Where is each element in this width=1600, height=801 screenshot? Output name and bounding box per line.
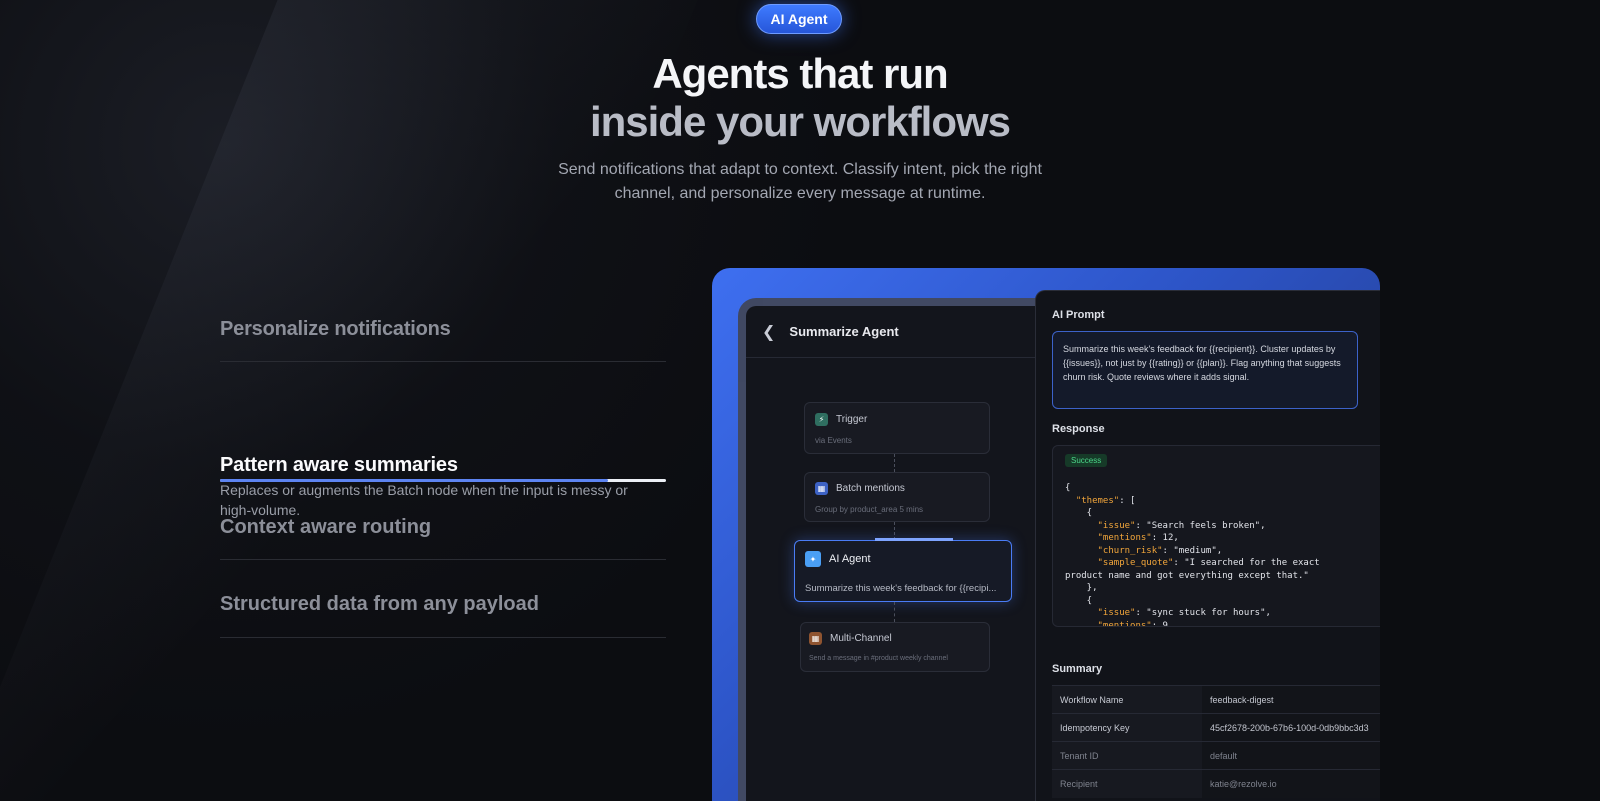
prompt-label: AI Prompt <box>1052 309 1105 321</box>
hero-title-line-2: inside your workflows <box>589 98 1011 145</box>
feature-list: Personalize notifications Pattern aware … <box>220 306 666 518</box>
response-box[interactable]: Success { "themes": [ { "issue": "Search… <box>1052 445 1380 627</box>
node-connector <box>894 602 895 622</box>
node-title: Trigger <box>836 414 868 425</box>
node-subtitle: Group by product_area 5 mins <box>815 505 924 514</box>
node-connector <box>894 454 895 472</box>
feature-title: Context aware routing <box>220 516 432 538</box>
hero-title-line-1: Agents that run <box>652 50 948 97</box>
summary-value: katie@rezolve.io <box>1202 769 1380 798</box>
response-json: { "themes": [ { "issue": "Search feels b… <box>1065 483 1320 627</box>
stack-icon: ▦ <box>815 482 828 495</box>
feature-title: Structured data from any payload <box>220 593 539 615</box>
agent-detail-panel: AI Prompt Summarize this week's feedback… <box>1035 290 1380 801</box>
node-subtitle: Send a message in #product weekly channe… <box>809 655 948 662</box>
workflow-panel: ❮ Summarize Agent ⚡ Trigger via Events ▦ B… <box>738 298 1058 801</box>
workflow-title: Summarize Agent <box>789 324 899 339</box>
summary-value: feedback-digest <box>1202 685 1380 714</box>
bolt-icon: ⚡ <box>815 413 828 426</box>
table-row: Recipient katie@rezolve.io <box>1052 769 1380 798</box>
feature-progress-bar <box>220 479 666 482</box>
feature-description: Replaces or augments the Batch node when… <box>220 482 628 518</box>
prompt-textarea[interactable]: Summarize this week's feedback for {{rec… <box>1052 331 1358 409</box>
response-label: Response <box>1052 423 1105 435</box>
feature-item-pattern-aware[interactable]: Pattern aware summaries Replaces or augm… <box>220 362 666 518</box>
ai-agent-badge: AI Agent <box>756 4 842 34</box>
node-subtitle: Summarize this week's feedback for {{rec… <box>805 583 997 594</box>
node-subtitle: via Events <box>815 436 852 445</box>
summary-label: Summary <box>1052 663 1103 675</box>
feature-progress-fill <box>220 479 609 482</box>
ai-node-progress <box>875 538 953 541</box>
status-badge: Success <box>1065 454 1108 467</box>
table-row: Tenant ID default <box>1052 741 1380 770</box>
feature-item-personalize[interactable]: Personalize notifications <box>220 306 666 362</box>
feature-item-context-routing[interactable]: Context aware routing <box>220 516 666 560</box>
back-chevron-icon[interactable]: ❮ <box>762 322 775 342</box>
summary-value: 45cf2678-200b-67b6-100d-0db9bbc3d3 <box>1202 713 1380 742</box>
grid-icon: ▦ <box>809 632 822 645</box>
node-title: Batch mentions <box>836 483 905 494</box>
hero-subtitle: Send notifications that adapt to context… <box>558 161 1042 202</box>
table-row: Workflow Name feedback-digest <box>1052 685 1380 714</box>
node-title: Multi-Channel <box>830 633 892 644</box>
summary-key: Workflow Name <box>1052 685 1202 714</box>
table-row: Idempotency Key 45cf2678-200b-67b6-100d-… <box>1052 713 1380 742</box>
summary-value: default <box>1202 741 1380 770</box>
hero-title: Agents that run inside your workflows <box>0 50 1600 146</box>
workflow-node-multichannel[interactable]: ▦ Multi-Channel Send a message in #produc… <box>800 622 990 672</box>
feature-title: Personalize notifications <box>220 318 451 340</box>
node-title: AI Agent <box>829 553 871 565</box>
showcase-card: ❮ Summarize Agent ⚡ Trigger via Events ▦ B… <box>712 268 1380 801</box>
summary-key: Tenant ID <box>1052 741 1202 770</box>
workflow-node-ai-agent[interactable]: ✦ AI Agent Summarize this week's feedbac… <box>794 538 1012 602</box>
summary-key: Idempotency Key <box>1052 713 1202 742</box>
feature-title: Pattern aware summaries <box>220 454 458 476</box>
workflow-node-trigger[interactable]: ⚡ Trigger via Events <box>804 402 990 454</box>
summary-table: Workflow Name feedback-digest Idempotenc… <box>1052 685 1380 798</box>
sparkle-icon: ✦ <box>805 551 821 567</box>
feature-item-structured-data[interactable]: Structured data from any payload <box>220 593 666 638</box>
workflow-header: ❮ Summarize Agent <box>746 306 1058 358</box>
summary-key: Recipient <box>1052 769 1202 798</box>
workflow-node-batch[interactable]: ▦ Batch mentions Group by product_area 5 … <box>804 472 990 522</box>
